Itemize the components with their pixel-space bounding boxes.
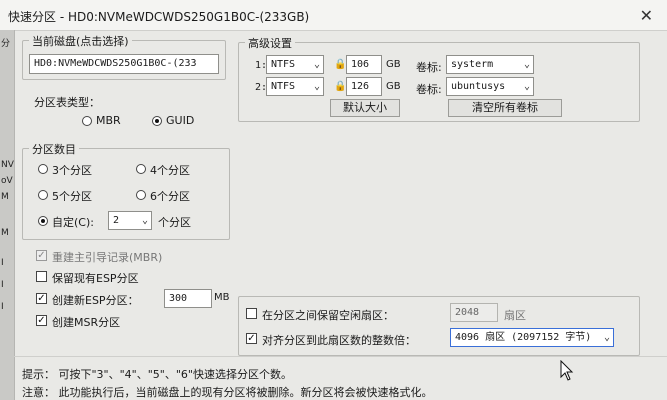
align-partitions-label: 对齐分区到此扇区数的整数倍： (262, 334, 416, 347)
gap-sectors-unit: 扇区 (504, 309, 526, 322)
current-disk-group: 当前磁盘(点击选择) HD0:NVMeWDCWDS250G1B0C-(233 (22, 33, 226, 80)
keep-esp-label: 保留现有ESP分区 (52, 272, 139, 285)
partition-table-label: 分区表类型： (34, 96, 100, 109)
mouse-cursor-icon (560, 360, 574, 381)
esp-size-field[interactable]: 300 (164, 289, 212, 308)
custom-partition-count-value: 2 (113, 215, 120, 226)
mbr-radio[interactable] (82, 116, 92, 126)
strip-label: I (1, 258, 4, 268)
rebuild-mbr-checkbox[interactable]: ✓ (36, 250, 47, 261)
align-sectors-select[interactable]: 4096 扇区 (2097152 字节) ⌄ (450, 328, 614, 347)
esp-size-unit: MB (214, 292, 230, 303)
quick-partition-window: 快速分区 - HD0:NVMeWDCWDS250G1B0C-(233GB) ✕ … (0, 0, 667, 400)
radio-4-partitions[interactable] (136, 164, 146, 174)
reserve-gap-label: 在分区之间保留空闲扇区： (262, 309, 394, 322)
custom-partition-count-select[interactable]: 2 ⌄ (108, 211, 152, 230)
align-partitions-checkbox[interactable]: ✓ (246, 333, 257, 344)
new-esp-checkbox[interactable]: ✓ (36, 293, 47, 304)
row2-size-unit: GB (386, 81, 401, 92)
chevron-down-icon: ⌄ (523, 59, 530, 70)
label-6-partitions: 6个分区 (150, 190, 190, 203)
guid-label: GUID (166, 114, 195, 127)
row2-size-field[interactable]: 126 (346, 77, 382, 96)
guid-radio[interactable] (152, 116, 162, 126)
custom-partitions-suffix: 个分区 (158, 216, 191, 229)
label-5-partitions: 5个分区 (52, 190, 92, 203)
radio-custom-partitions[interactable] (38, 216, 48, 226)
radio-6-partitions[interactable] (136, 190, 146, 200)
background-window-strip: 分 NV oV M M I I I (0, 30, 15, 400)
mbr-label: MBR (96, 114, 121, 127)
row2-volume-label: 卷标: (416, 83, 442, 96)
strip-label: oV (1, 176, 13, 186)
rebuild-mbr-label: 重建主引导记录(MBR) (52, 251, 163, 264)
title-bar: 快速分区 - HD0:NVMeWDCWDS250G1B0C-(233GB) ✕ (0, 0, 667, 31)
new-esp-label: 创建新ESP分区： (52, 294, 139, 307)
keep-esp-checkbox[interactable] (36, 271, 47, 282)
custom-partitions-label: 自定(C): (52, 216, 94, 229)
row1-size-unit: GB (386, 59, 401, 70)
label-4-partitions: 4个分区 (150, 164, 190, 177)
strip-label: 分 (1, 39, 11, 49)
partition-count-label: 分区数目 (29, 141, 79, 157)
chevron-down-icon: ⌄ (313, 81, 320, 92)
radio-5-partitions[interactable] (38, 190, 48, 200)
default-size-button[interactable]: 默认大小 (330, 99, 400, 117)
lock-icon[interactable]: 🔒 (334, 59, 346, 70)
footer-note: 注意： 此功能执行后，当前磁盘上的现有分区将被删除。新分区将会被快速格式化。 (22, 386, 433, 399)
gap-sectors-field[interactable]: 2048 (450, 303, 498, 322)
row1-size-field[interactable]: 106 (346, 55, 382, 74)
strip-label: M (1, 192, 9, 202)
advanced-settings-label: 高级设置 (245, 35, 295, 51)
current-disk-field[interactable]: HD0:NVMeWDCWDS250G1B0C-(233 (29, 54, 219, 74)
row2-filesystem-value: NTFS (271, 81, 296, 92)
row1-volume-label: 卷标: (416, 61, 442, 74)
row2-volume-value: ubuntusys (451, 81, 506, 92)
chevron-down-icon: ⌄ (313, 59, 320, 70)
footer-divider (14, 356, 667, 357)
footer-tip: 提示： 可按下"3"、"4"、"5"、"6"快速选择分区个数。 (22, 368, 292, 381)
reserve-gap-checkbox[interactable] (246, 308, 257, 319)
close-icon[interactable]: ✕ (640, 6, 653, 25)
chevron-down-icon: ⌄ (141, 215, 148, 226)
create-msr-label: 创建MSR分区 (52, 316, 121, 329)
row1-volume-select[interactable]: systerm ⌄ (446, 55, 534, 74)
strip-label: I (1, 280, 4, 290)
row1-filesystem-select[interactable]: NTFS ⌄ (266, 55, 324, 74)
row2-volume-select[interactable]: ubuntusys ⌄ (446, 77, 534, 96)
strip-label: I (1, 302, 4, 312)
chevron-down-icon: ⌄ (523, 81, 530, 92)
create-msr-checkbox[interactable]: ✓ (36, 315, 47, 326)
row2-filesystem-select[interactable]: NTFS ⌄ (266, 77, 324, 96)
strip-label: NV (1, 160, 14, 170)
lock-icon[interactable]: 🔒 (334, 81, 346, 92)
clear-all-labels-button[interactable]: 清空所有卷标 (448, 99, 562, 117)
row1-filesystem-value: NTFS (271, 59, 296, 70)
strip-label: M (1, 228, 9, 238)
align-sectors-value: 4096 扇区 (2097152 字节) (455, 332, 592, 343)
label-3-partitions: 3个分区 (52, 164, 92, 177)
current-disk-label: 当前磁盘(点击选择) (29, 33, 132, 49)
radio-3-partitions[interactable] (38, 164, 48, 174)
chevron-down-icon: ⌄ (603, 332, 610, 343)
window-title: 快速分区 - HD0:NVMeWDCWDS250G1B0C-(233GB) (8, 10, 310, 24)
row1-volume-value: systerm (451, 59, 494, 70)
